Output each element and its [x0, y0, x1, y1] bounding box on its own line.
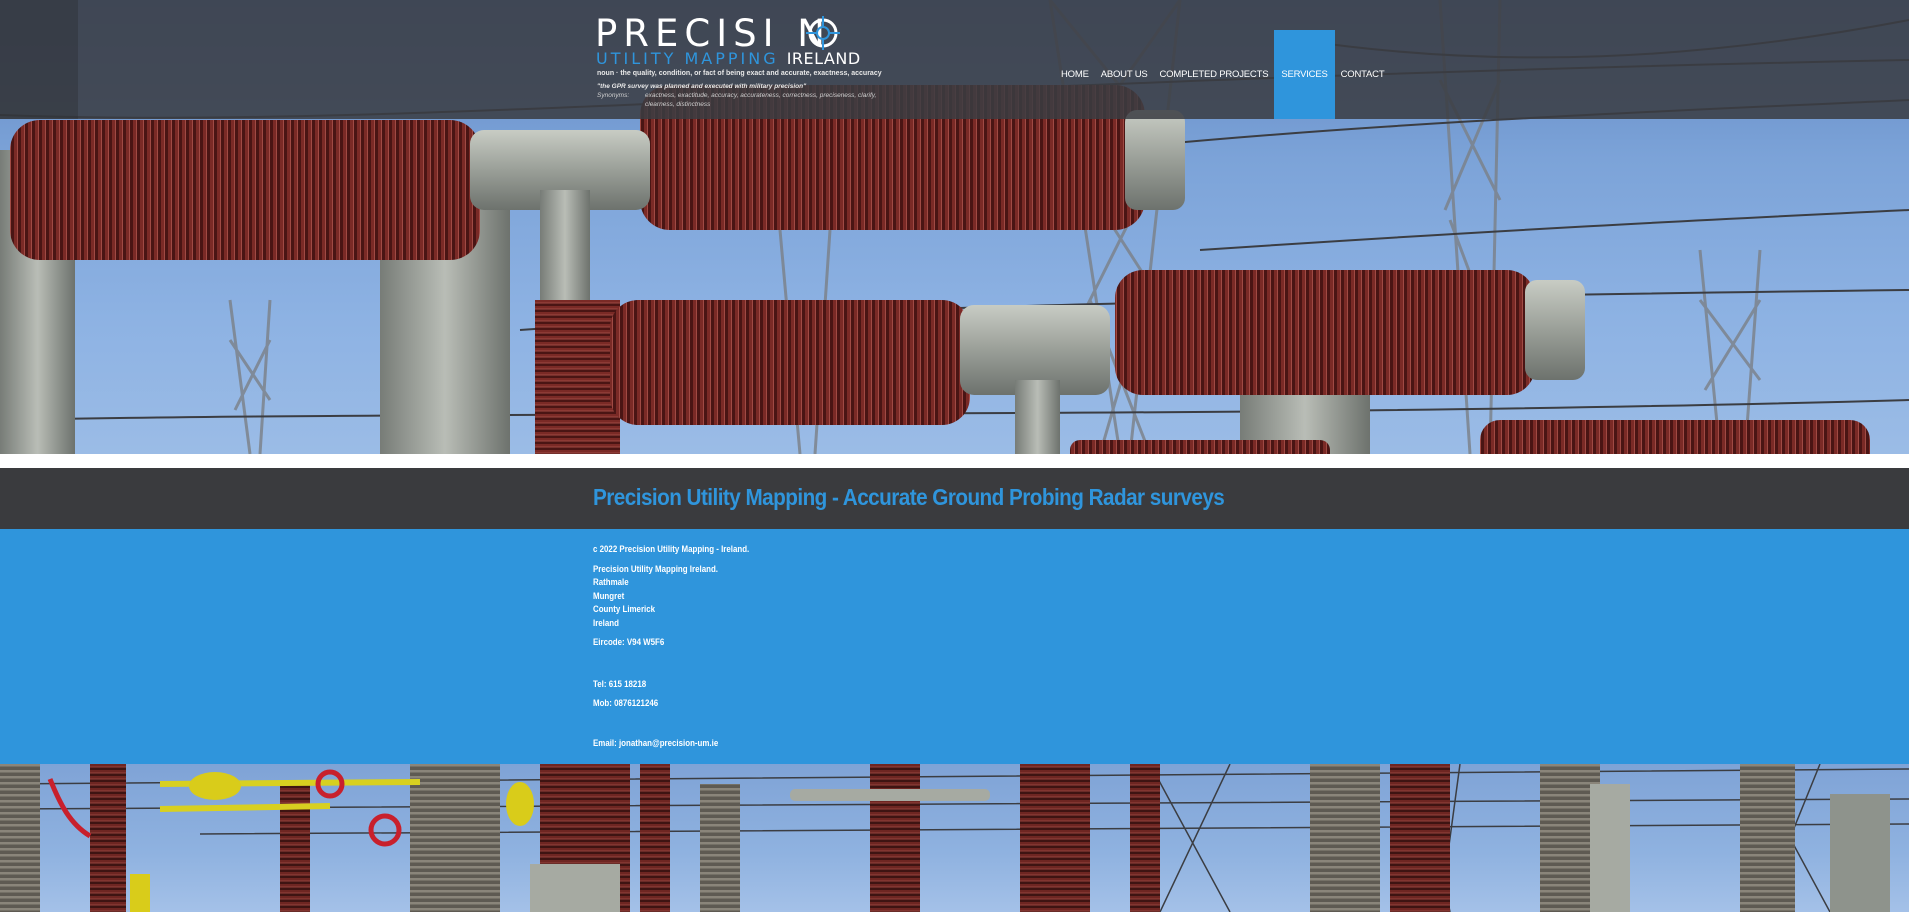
header-left-strip: [0, 0, 78, 119]
bottom-background-image: [0, 764, 1909, 912]
tel-text: Tel: 615 18218: [593, 678, 647, 689]
contact-footer: c 2022 Precision Utility Mapping - Irela…: [0, 529, 1909, 764]
page-title-bar: Precision Utility Mapping - Accurate Gro…: [0, 468, 1909, 529]
example-text: "the GPR survey was planned and executed…: [597, 83, 807, 90]
address-line-company: Precision Utility Mapping Ireland.: [593, 563, 718, 574]
logo-subtitle: UTILITY MAPPING IRELAND: [596, 50, 861, 68]
site-logo[interactable]: PRECISI N UTILITY MAPPING IRELAND noun ·…: [595, 14, 905, 109]
nav-services[interactable]: SERVICES: [1274, 30, 1335, 119]
email-link[interactable]: Email: jonathan@precision-um.ie: [593, 737, 749, 751]
copyright-text: c 2022 Precision Utility Mapping - Irela…: [593, 544, 750, 554]
nav-contact[interactable]: CONTACT: [1335, 30, 1391, 119]
nav-home[interactable]: HOME: [1055, 30, 1095, 119]
nav-completed-projects[interactable]: COMPLETED PROJECTS: [1154, 30, 1275, 119]
logo-title: PRECISI N: [595, 12, 831, 55]
logo-definition: noun · the quality, condition, or fact o…: [597, 69, 907, 109]
substation-illustration-bottom: [0, 764, 1909, 912]
nav-about-us[interactable]: ABOUT US: [1095, 30, 1154, 119]
eircode-text: Eircode: V94 W5F6: [593, 637, 665, 647]
mobile-text: Mob: 0876121246: [593, 698, 659, 708]
site-header: PRECISI N UTILITY MAPPING IRELAND noun ·…: [0, 0, 1909, 119]
address-line-county: County Limerick: [593, 604, 656, 614]
white-separator: [0, 454, 1909, 468]
page-title: Precision Utility Mapping - Accurate Gro…: [593, 484, 1225, 510]
synonyms-text-2: clearness, distinctness: [645, 101, 711, 108]
address-line-rathmale: Rathmale: [593, 577, 629, 587]
address-line-mungret: Mungret: [593, 590, 625, 601]
synonyms-text-1: exactness, exactitude, accuracy, accurat…: [645, 92, 877, 99]
main-nav: HOME ABOUT US COMPLETED PROJECTS SERVICE…: [1055, 30, 1390, 119]
synonyms-label: Synonyms:: [597, 92, 630, 99]
logo-subtitle-white: IRELAND: [786, 49, 861, 68]
synonyms-line: Synonyms: exactness, exactitude, accuracy…: [597, 91, 907, 100]
footer-content: c 2022 Precision Utility Mapping - Irela…: [593, 543, 749, 750]
definition-text: noun · the quality, condition, or fact o…: [597, 70, 882, 77]
address-line-country: Ireland: [593, 617, 619, 628]
crosshair-icon: [806, 16, 840, 50]
logo-subtitle-blue: UTILITY MAPPING: [596, 49, 779, 68]
